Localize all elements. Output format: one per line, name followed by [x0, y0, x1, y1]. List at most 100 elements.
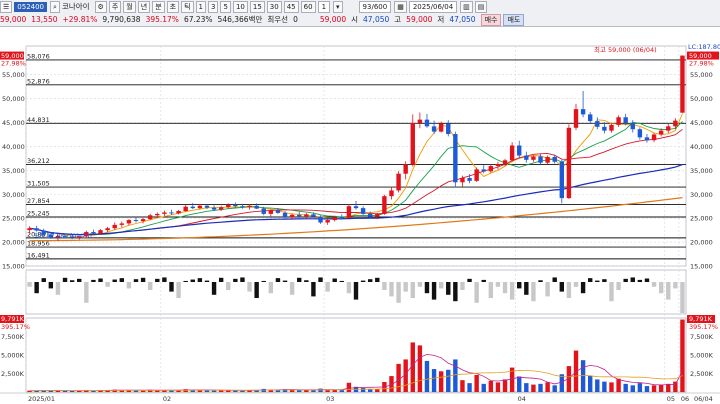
- investor-bar: [353, 282, 359, 300]
- period-month[interactable]: 년: [137, 0, 151, 13]
- candle-body: [211, 207, 217, 210]
- volume-bar: [488, 380, 494, 392]
- candle-body: [410, 123, 415, 165]
- current-price-pct-left: 27.98%: [1, 60, 26, 68]
- price-tick-label: 40,000: [690, 143, 713, 151]
- toolbar-row-1: ☰ 052400 ⌕ 코나아이 ⚙ 주 월 년 분 초 틱 1 3 5 10 1…: [0, 0, 720, 13]
- candle-body: [190, 206, 195, 209]
- x-tick-label: 06: [681, 395, 689, 403]
- period-day[interactable]: 주: [108, 0, 122, 13]
- investor-bar: [502, 282, 508, 294]
- volume-panel: [25, 317, 687, 393]
- candle-body: [524, 155, 529, 160]
- period-tick[interactable]: 틱: [181, 0, 194, 13]
- volume-bar: [630, 385, 635, 392]
- stock-chart[interactable]: 58,076 52,876 44,831 36,212 31,505 27,854 25,2…: [0, 26, 720, 404]
- interval-60[interactable]: 60: [300, 0, 316, 13]
- investor-bar: [460, 282, 465, 290]
- candle-body: [282, 212, 288, 218]
- level-label: 25,245: [27, 210, 50, 218]
- level-label: 31,505: [27, 180, 50, 188]
- investor-bar: [247, 282, 252, 292]
- price-tick-label: 20,000: [690, 239, 713, 247]
- investor-bar: [34, 282, 39, 294]
- chevron-down-icon[interactable]: ▾: [333, 0, 343, 13]
- volume-current-pct-left: 395.17%: [1, 323, 30, 331]
- volume-bar: [587, 375, 593, 392]
- buy-button[interactable]: 매수: [480, 13, 502, 26]
- sell-button[interactable]: 매도: [503, 13, 525, 26]
- volume-bar: [637, 383, 643, 392]
- lowest-value: 0: [293, 15, 298, 24]
- investor-bar: [332, 278, 337, 282]
- investor-bar: [169, 282, 174, 292]
- x-tick-label: 05: [667, 395, 675, 403]
- interval-3[interactable]: 3: [208, 0, 219, 13]
- price-tick-label-left: 45,000: [2, 119, 25, 127]
- candle-body: [552, 156, 557, 162]
- candle-body: [651, 134, 657, 141]
- price-tick-label-left: 20,000: [2, 239, 25, 247]
- investor-bar: [566, 282, 572, 298]
- investor-bar: [481, 279, 486, 282]
- grid-icon[interactable]: ▥: [460, 0, 473, 13]
- layout-icon[interactable]: ▤: [474, 0, 488, 13]
- investor-bar: [488, 282, 494, 298]
- candle-body: [680, 55, 685, 113]
- volume-current-label: 9,791K: [689, 315, 713, 323]
- calendar-icon[interactable]: ▦: [394, 0, 407, 13]
- candle-body: [332, 217, 337, 221]
- interval-5[interactable]: 5: [220, 0, 231, 13]
- volume-bar: [644, 386, 650, 392]
- volume-bar: [552, 385, 557, 392]
- candle-body: [509, 145, 515, 161]
- volume-bar: [467, 383, 472, 392]
- volume-bar: [211, 390, 217, 392]
- candle-body: [375, 213, 380, 217]
- investor-bar: [84, 282, 89, 303]
- candle-body: [595, 121, 600, 127]
- candle-body: [346, 206, 352, 219]
- candle-body: [304, 214, 309, 217]
- candle-body: [105, 228, 110, 231]
- investor-bar: [289, 282, 295, 295]
- low-label: 고: [394, 15, 402, 24]
- volume-bar: [680, 319, 685, 392]
- interval-45[interactable]: 45: [283, 0, 299, 13]
- stock-code-input[interactable]: 052400: [14, 1, 48, 12]
- volume-tick-label: 2,500K: [690, 370, 714, 378]
- menu-button[interactable]: ☰: [0, 0, 13, 13]
- period-sec[interactable]: 초: [166, 0, 180, 13]
- search-icon[interactable]: ⌕: [50, 0, 60, 13]
- investor-bar: [218, 277, 224, 282]
- candle-body: [382, 196, 387, 214]
- max-annotation: 최고 59,000 (06/04): [594, 45, 657, 54]
- investor-bar: [140, 277, 146, 282]
- volume-tick-label: 5,000K: [690, 352, 714, 360]
- candle-body: [34, 228, 39, 231]
- interval-10[interactable]: 10: [232, 0, 248, 13]
- candle-body: [474, 169, 479, 181]
- interval-15[interactable]: 15: [249, 0, 265, 13]
- investor-bar: [375, 277, 380, 282]
- volume-bar: [609, 382, 614, 392]
- candle-body: [587, 114, 593, 122]
- investor-bar: [112, 279, 117, 282]
- interval-30[interactable]: 30: [266, 0, 282, 13]
- investor-bar: [680, 282, 685, 313]
- candle-body: [580, 109, 586, 115]
- interval-1[interactable]: 1: [195, 0, 207, 13]
- date-input[interactable]: 2025/06/04: [408, 0, 458, 13]
- period-week[interactable]: 월: [123, 0, 136, 13]
- low-value: 59,000: [406, 15, 433, 24]
- interval-custom[interactable]: 1: [317, 0, 331, 13]
- count-input[interactable]: 93/600: [358, 0, 392, 13]
- period-min[interactable]: 분: [152, 0, 165, 13]
- settings-icon[interactable]: ⚙: [94, 0, 107, 13]
- candle-body: [169, 212, 174, 214]
- volume-tick-label-left: 7,500K: [1, 333, 25, 341]
- investor-bar: [268, 282, 274, 294]
- candle-body: [538, 156, 543, 163]
- lowest-label: 최우선: [267, 15, 289, 24]
- candle-body: [155, 213, 160, 216]
